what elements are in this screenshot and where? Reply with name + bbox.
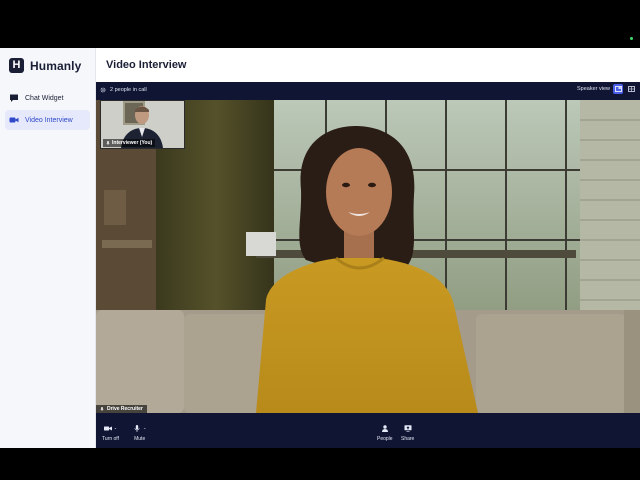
chat-bubble-icon [10, 94, 18, 102]
camera-toggle-button[interactable]: ⌄ Turn off [102, 425, 119, 442]
video-camera-icon [103, 426, 112, 431]
microphone-icon [106, 140, 110, 144]
chevron-down-icon[interactable]: ⌄ [114, 425, 117, 430]
speaker-name: Drive Recruiter [107, 406, 143, 412]
sidebar: H Humanly Chat Widget Video Interview [0, 48, 96, 448]
people-button[interactable]: People [377, 425, 393, 442]
camera-toggle-label: Turn off [102, 436, 119, 442]
share-button[interactable]: Share [401, 425, 414, 442]
sidebar-item-video-interview[interactable]: Video Interview [5, 110, 90, 130]
video-call-panel: 2 people in call Speaker view Interviewe… [96, 82, 640, 448]
chevron-down-icon[interactable]: ⌄ [143, 425, 146, 430]
main-content: Video Interview 2 people in call Speaker… [96, 48, 640, 448]
people-count-text: 2 people in call [110, 86, 147, 93]
view-mode-label: Speaker view [576, 86, 610, 92]
sidebar-item-label: Video Interview [25, 116, 73, 124]
sidebar-item-chat-widget[interactable]: Chat Widget [5, 88, 90, 108]
mute-label: Mute [134, 436, 146, 442]
video-camera-icon [9, 117, 19, 123]
speaker-view-icon [614, 86, 622, 92]
call-header: 2 people in call Speaker view [96, 82, 640, 97]
grid-view-icon [627, 86, 635, 92]
mute-button[interactable]: ⌄ Mute [133, 425, 146, 442]
sidebar-item-label: Chat Widget [25, 94, 64, 102]
app-window: H Humanly Chat Widget Video Interview Vi… [0, 48, 640, 448]
people-count: 2 people in call [100, 87, 147, 93]
screen-share-icon [404, 425, 412, 432]
microphone-icon [100, 406, 104, 410]
self-video-tile[interactable]: Interviewer (You) [100, 100, 185, 149]
speaker-video[interactable]: Interviewer (You) Drive Recruiter [96, 100, 640, 413]
person-icon [381, 425, 388, 432]
people-label: People [377, 436, 393, 442]
self-tile-label: Interviewer (You) [103, 139, 156, 147]
self-tile-name: Interviewer (You) [112, 140, 153, 146]
speaker-view-button[interactable] [613, 84, 623, 94]
microphone-icon [134, 425, 140, 432]
speaker-name-label: Drive Recruiter [96, 405, 147, 413]
brand-logo[interactable]: H Humanly [9, 58, 81, 73]
status-indicator [630, 37, 633, 40]
page-title: Video Interview [106, 59, 187, 71]
view-controls: Speaker view [577, 84, 636, 94]
grid-view-button[interactable] [626, 84, 636, 94]
share-label: Share [401, 436, 415, 442]
humanly-logo-icon: H [9, 58, 24, 73]
call-controls: ⌄ Turn off ⌄ Mute People Share [96, 417, 640, 448]
gear-icon[interactable] [100, 87, 106, 93]
brand-name: Humanly [30, 58, 82, 73]
sidebar-nav: Chat Widget Video Interview [5, 88, 90, 132]
